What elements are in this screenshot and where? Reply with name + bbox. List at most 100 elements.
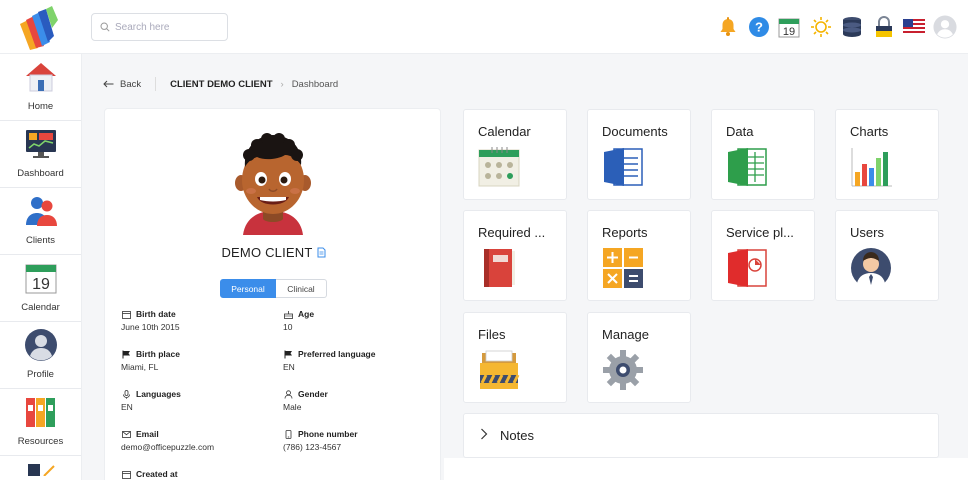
tile-label: Required ... (478, 225, 546, 240)
client-name-row: DEMO CLIENT (105, 245, 442, 261)
field-label: Birth place (136, 349, 180, 359)
field-value: EN (121, 402, 133, 412)
tile-data[interactable]: Data (711, 109, 815, 200)
field-label: Phone number (298, 429, 358, 439)
tile-label: Charts (850, 124, 889, 139)
field-preferred-language: Preferred language EN (283, 349, 433, 372)
breadcrumb-divider (155, 77, 157, 91)
clients-icon (23, 193, 59, 229)
tile-charts[interactable]: Charts (835, 109, 939, 200)
field-value: 10 (283, 322, 293, 332)
tile-label: Reports (602, 225, 648, 240)
tile-label: Documents (602, 124, 668, 139)
tab-clinical[interactable]: Clinical (276, 279, 327, 298)
profile-icon (23, 327, 59, 363)
profile-tabs: Personal Clinical (220, 279, 327, 298)
user-avatar-icon[interactable] (933, 14, 957, 40)
field-value[interactable]: (786) 123-4567 (283, 442, 433, 452)
field-email: Email demo@officepuzzle.com (121, 429, 271, 452)
bell-icon[interactable] (716, 14, 740, 40)
tab-personal[interactable]: Personal (220, 279, 276, 298)
tile-files[interactable]: Files (463, 312, 567, 403)
profile-card: DEMO CLIENT Personal Clinical Birth date… (104, 108, 441, 480)
lock-icon[interactable] (872, 14, 896, 40)
phone-icon (283, 429, 293, 439)
binders-icon (23, 394, 59, 430)
sidebar-item-profile[interactable]: Profile (0, 322, 81, 389)
notes-label: Notes (500, 428, 534, 443)
search-input[interactable] (115, 21, 225, 33)
help-icon[interactable]: ? (747, 14, 771, 40)
person-icon (283, 389, 293, 399)
field-age: Age 10 (283, 309, 433, 332)
sidebar-item-label: Dashboard (17, 168, 64, 179)
field-birth-place: Birth place Miami, FL (121, 349, 271, 372)
document-icon[interactable] (317, 246, 326, 261)
sidebar-item-more[interactable] (0, 456, 81, 476)
spreadsheet-icon (726, 146, 768, 188)
chevron-right-icon: › (280, 78, 284, 90)
tile-label: Data (726, 124, 754, 139)
calendar-grid-icon (478, 146, 520, 188)
field-label: Preferred language (298, 349, 376, 359)
app-logo[interactable] (16, 6, 64, 50)
us-flag-icon[interactable] (902, 14, 926, 40)
tile-label: Files (478, 327, 506, 342)
sidebar-item-clients[interactable]: Clients (0, 188, 81, 255)
tile-required[interactable]: Required ... (463, 210, 567, 301)
calendar-day-text: 19 (32, 276, 50, 293)
back-button[interactable]: Back (103, 79, 141, 90)
calculator-icon (602, 247, 644, 289)
field-label: Age (298, 309, 315, 319)
dashboard-icon (23, 126, 59, 162)
svg-text:?: ? (755, 20, 763, 35)
notes-section[interactable]: Notes (463, 413, 939, 458)
tile-manage[interactable]: Manage (587, 312, 691, 403)
tile-users[interactable]: Users (835, 210, 939, 301)
field-label: Languages (136, 389, 181, 399)
sidebar-item-label: Resources (17, 436, 64, 447)
arrow-left-icon (103, 80, 114, 88)
tile-documents[interactable]: Documents (587, 109, 691, 200)
flag-icon (121, 349, 131, 359)
bar-chart-icon (850, 146, 892, 188)
tile-calendar[interactable]: Calendar (463, 109, 567, 200)
database-icon[interactable] (840, 14, 864, 40)
tile-reports[interactable]: Reports (587, 210, 691, 301)
calendar-small-icon (121, 469, 131, 479)
field-created-at: Created at (121, 469, 271, 479)
microphone-icon (121, 389, 131, 399)
tile-service-plans[interactable]: Service pl... (711, 210, 815, 301)
sidebar-item-calendar[interactable]: 19 Calendar (0, 255, 81, 322)
field-label: Gender (298, 389, 328, 399)
breadcrumb-client[interactable]: CLIENT DEMO CLIENT (170, 79, 272, 90)
field-label: Created at (136, 469, 178, 479)
search-icon (100, 22, 110, 32)
search-box[interactable] (91, 13, 228, 41)
presentation-icon (726, 247, 768, 289)
breadcrumb-current: Dashboard (291, 78, 339, 90)
calendar-small-icon (121, 309, 131, 319)
tile-label: Service pl... (726, 225, 794, 240)
word-document-icon (602, 146, 644, 188)
cake-icon (283, 309, 293, 319)
sidebar-item-resources[interactable]: Resources (0, 389, 81, 456)
sidebar-item-dashboard[interactable]: Dashboard (0, 121, 81, 188)
breadcrumb: Back CLIENT DEMO CLIENT › Dashboard (103, 77, 338, 91)
top-header: ? 19 (0, 0, 968, 54)
client-avatar (233, 125, 313, 235)
field-value[interactable]: demo@officepuzzle.com (121, 442, 271, 452)
sidebar-item-home[interactable]: Home (0, 54, 81, 121)
tile-label: Calendar (478, 124, 531, 139)
field-birth-date: Birth date June 10th 2015 (121, 309, 271, 332)
calendar-day-text: 19 (783, 26, 795, 38)
calendar-icon[interactable]: 19 (777, 14, 801, 40)
red-book-icon (478, 247, 520, 289)
chevron-right-icon (480, 428, 488, 443)
field-value: Male (283, 402, 302, 412)
house-icon (23, 59, 59, 95)
field-phone: Phone number (786) 123-4567 (283, 429, 433, 452)
sidebar-item-label: Calendar (21, 302, 60, 313)
gear-icon (602, 349, 644, 391)
sun-icon[interactable] (809, 14, 833, 40)
